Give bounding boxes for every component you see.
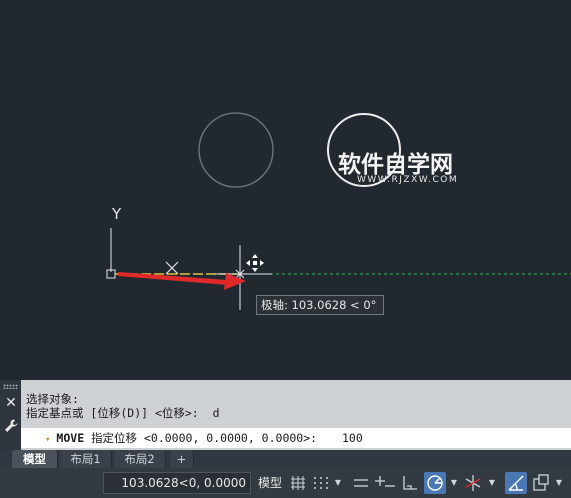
drawing-circle <box>198 112 274 188</box>
grip-icon[interactable] <box>3 384 18 389</box>
prompt-caret-icon[interactable]: ▾ <box>45 435 50 445</box>
status-bar: 103.0628<0, 0.0000 模型 ▼ ▼ ▼ ▼ <box>0 468 571 498</box>
isodraft-icon[interactable] <box>462 472 484 494</box>
coordinate-display[interactable]: 103.0628<0, 0.0000 <box>103 472 251 494</box>
polar-dropdown-icon[interactable]: ▼ <box>449 472 459 494</box>
tab-layout2[interactable]: 布局2 <box>114 450 166 468</box>
isodraft-dropdown-icon[interactable]: ▼ <box>487 472 497 494</box>
command-history: 选择对象: 指定基点或 [位移(D)] <位移>: d <box>26 392 220 420</box>
watermark-title: 软件自学网 <box>338 152 453 178</box>
polar-tooltip: 极轴: 103.0628 < 0° <box>256 295 384 315</box>
close-icon[interactable]: ✕ <box>4 396 18 410</box>
command-window: ✕ 选择对象: 指定基点或 [位移(D)] <位移>: d ▾ MOVE 指定位移 … <box>0 380 571 450</box>
canvas-graphics <box>106 112 571 310</box>
drawing-canvas[interactable]: 软件自学网 WWW.RJZXW.COM Y 极轴: 103.0628 < 0° <box>0 0 571 380</box>
command-input-line[interactable]: ▾ MOVE 指定位移 <0.0000, 0.0000, 0.0000>: 100 <box>21 428 571 448</box>
annotation-dropdown-icon[interactable]: ▼ <box>554 472 564 494</box>
history-line: 选择对象: <box>26 392 79 406</box>
ortho-icon[interactable] <box>399 472 421 494</box>
tab-add-layout[interactable]: + <box>170 450 194 468</box>
command-name: MOVE <box>56 431 85 445</box>
ucs-y-label: Y <box>112 205 122 223</box>
move-grip-icon <box>246 254 264 272</box>
watermark-subtitle: WWW.RJZXW.COM <box>357 175 459 185</box>
layout-tabs: 模型 布局1 布局2 + <box>0 450 571 468</box>
grid-icon[interactable] <box>287 472 309 494</box>
snap-icon[interactable] <box>310 472 332 494</box>
object-snap-tracking-icon[interactable] <box>505 472 527 494</box>
annotation-icon[interactable] <box>530 472 552 494</box>
tab-model[interactable]: 模型 <box>12 450 58 468</box>
tab-layout1[interactable]: 布局1 <box>60 450 112 468</box>
command-window-handle[interactable]: ✕ <box>0 380 21 450</box>
model-space-button[interactable]: 模型 <box>255 472 285 494</box>
history-line: 指定基点或 [位移(D)] <位移>: d <box>26 406 220 420</box>
wrench-icon[interactable] <box>3 418 19 434</box>
polar-icon[interactable] <box>424 472 446 494</box>
snap-dropdown-icon[interactable]: ▼ <box>333 472 343 494</box>
command-input-value[interactable]: 100 <box>342 428 363 448</box>
dynamic-input-icon[interactable] <box>375 472 397 494</box>
infer-icon[interactable] <box>350 472 372 494</box>
command-prompt: 指定位移 <0.0000, 0.0000, 0.0000>: <box>91 431 318 445</box>
